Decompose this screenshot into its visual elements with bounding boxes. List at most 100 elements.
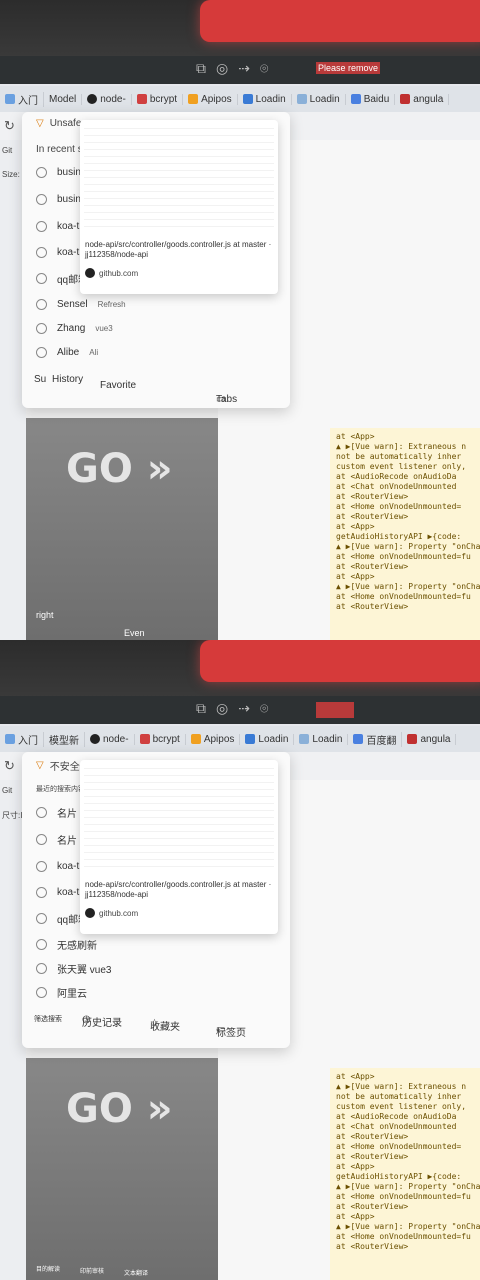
- crop-icon[interactable]: ⧉: [196, 60, 206, 77]
- bookmark-item[interactable]: Apipos: [183, 93, 238, 105]
- suggestion-item[interactable]: koa-t: [36, 242, 79, 262]
- bottom-nav-label[interactable]: Even: [124, 628, 145, 638]
- console-line: at <RouterView>: [336, 512, 409, 521]
- bookmark-item[interactable]: angula: [402, 733, 457, 745]
- history-icon: [36, 833, 47, 845]
- console-line: at <RouterView>: [336, 602, 409, 611]
- bookmark-item[interactable]: node-: [85, 733, 135, 745]
- github-icon: [85, 268, 95, 278]
- suggestion-item[interactable]: 张天翼 vue3: [36, 958, 111, 978]
- console-line: at <App>: [336, 1162, 375, 1171]
- preview-path: node-api/src/controller/goods.controller…: [85, 880, 272, 899]
- history-icon: [36, 986, 47, 998]
- suggestion-item[interactable]: 名片: [36, 802, 77, 822]
- bookmark-item[interactable]: Apipos: [186, 733, 241, 745]
- history-icon: [36, 886, 47, 898]
- target-icon[interactable]: ◎: [216, 700, 228, 717]
- bookmark-item[interactable]: 入门: [0, 91, 44, 107]
- site-info[interactable]: ▽ Unsafe: [36, 118, 81, 129]
- link-preview-card[interactable]: node-api/src/controller/goods.controller…: [80, 120, 278, 294]
- target-icon[interactable]: ◎: [216, 60, 228, 77]
- console-line: at <Home onVnodeUnmounted=fu: [336, 1192, 471, 1201]
- history-icon: [36, 912, 47, 924]
- suggestion-item[interactable]: 名片: [36, 829, 77, 849]
- console-line: ▲ ▶[Vue warn]: Property "onCha: [336, 1182, 480, 1191]
- bookmark-item[interactable]: Loadin: [292, 93, 346, 105]
- bookmark-icon: [353, 734, 364, 744]
- bookmark-item[interactable]: bcrypt: [132, 93, 184, 105]
- bookmark-bar: 入门 模型新 node- bcrypt Apipos Loadin Loadin…: [0, 726, 480, 752]
- recent-searches-header: 最近的搜索内容: [36, 786, 85, 793]
- bottom-nav-label[interactable]: 目的解读: [36, 1264, 60, 1273]
- history-icon: [36, 193, 47, 205]
- console-line: at <AudioRecode onAudioDa: [336, 1112, 457, 1121]
- bookmark-item[interactable]: 模型新: [44, 731, 85, 747]
- console-line: ▲ ▶[Vue warn]: Property "onCha: [336, 582, 480, 591]
- bottom-nav-label[interactable]: 文本翻译: [124, 1268, 148, 1277]
- bookmark-item[interactable]: angula: [395, 93, 450, 105]
- console-line: not be automatically inher: [336, 452, 462, 461]
- reload-icon[interactable]: ↻: [4, 118, 15, 134]
- bottom-nav-label[interactable]: 印前审核: [80, 1266, 104, 1275]
- bookmark-item[interactable]: bcrypt: [135, 733, 186, 745]
- bookmark-item[interactable]: Baidu: [346, 93, 396, 105]
- bookmark-item[interactable]: Loadin: [294, 733, 349, 745]
- suggestion-item[interactable]: koa-t: [36, 856, 79, 876]
- console-line: ▲ ▶[Vue warn]: Extraneous n: [336, 1082, 467, 1091]
- screenshot-tool-bar: ⧉ ◎ ⇢ ⌾: [0, 696, 480, 724]
- history-icon: [36, 962, 47, 974]
- history-button[interactable]: History: [52, 374, 83, 385]
- bookmark-item[interactable]: node-: [82, 93, 132, 105]
- console-line: at <Home onVnodeUnmounted=fu: [336, 1232, 471, 1241]
- site-info[interactable]: ▽ 不安全: [36, 758, 80, 773]
- console-line: getAudioHistoryAPI ▶{code:: [336, 532, 462, 541]
- bookmark-icon: [299, 734, 310, 744]
- suggestion-item[interactable]: 阿里云: [36, 982, 87, 1002]
- suggestion-item[interactable]: Sensel Refresh: [36, 294, 126, 314]
- devtools-console: at <App> ▲ ▶[Vue warn]: Extraneous n not…: [330, 1068, 480, 1280]
- console-line: at <Chat onVnodeUnmounted: [336, 482, 457, 491]
- bookmark-icon: [400, 94, 411, 104]
- bottom-nav-label[interactable]: right: [36, 610, 54, 620]
- preview-path: node-api/src/controller/goods.controller…: [85, 240, 272, 259]
- dashed-arrow-icon[interactable]: ⇢: [238, 700, 250, 717]
- link-preview-card[interactable]: node-api/src/controller/goods.controller…: [80, 760, 278, 934]
- history-icon: [36, 298, 47, 310]
- console-line: at <AudioRecode onAudioDa: [336, 472, 457, 481]
- bookmark-item[interactable]: 百度翻: [348, 731, 403, 747]
- console-line: ▲ ▶[Vue warn]: Property "onCha: [336, 542, 480, 551]
- console-line: custom event listener only,: [336, 462, 467, 471]
- bookmark-item[interactable]: Model: [44, 93, 83, 105]
- crop-icon[interactable]: ⧉: [196, 700, 206, 717]
- history-icon: [36, 246, 47, 258]
- screenshot-frame-english: ⧉ ◎ ⇢ ⌾ Please remove 入门 Model node- bcr…: [0, 0, 480, 640]
- desk-background: [0, 0, 480, 58]
- reload-icon[interactable]: ↻: [4, 758, 15, 774]
- history-icon: [36, 322, 47, 334]
- history-icon: [36, 346, 47, 358]
- preview-host: github.com: [85, 268, 138, 278]
- filter-label: Su: [34, 374, 47, 385]
- camera-icon[interactable]: ⌾: [260, 700, 268, 717]
- console-line: at <Home onVnodeUnmounted=: [336, 1142, 462, 1151]
- history-icon: [36, 806, 47, 818]
- history-icon: [36, 938, 47, 950]
- dashed-arrow-icon[interactable]: ⇢: [238, 60, 250, 77]
- bookmark-icon: [188, 94, 199, 104]
- console-line: getAudioHistoryAPI ▶{code:: [336, 1172, 462, 1181]
- camera-icon[interactable]: ⌾: [260, 60, 268, 77]
- suggestion-item[interactable]: Zhang vue3: [36, 318, 113, 338]
- warning-icon: ▽: [36, 760, 44, 771]
- suggestion-item[interactable]: 无感刷新: [36, 934, 97, 954]
- suggestion-item[interactable]: koa-t: [36, 882, 79, 902]
- bookmark-item[interactable]: Loadin: [238, 93, 292, 105]
- sticker-note: Please remove: [316, 62, 381, 74]
- suggestion-item[interactable]: Alibe Ali: [36, 342, 98, 362]
- bookmark-item[interactable]: 入门: [0, 731, 44, 747]
- history-icon: [36, 860, 47, 872]
- bookmark-item[interactable]: Loadin: [240, 733, 295, 745]
- github-icon: [87, 94, 98, 104]
- red-object: [200, 640, 480, 682]
- favorites-button[interactable]: Favorite: [100, 380, 136, 391]
- suggestion-item[interactable]: koa-t: [36, 216, 79, 236]
